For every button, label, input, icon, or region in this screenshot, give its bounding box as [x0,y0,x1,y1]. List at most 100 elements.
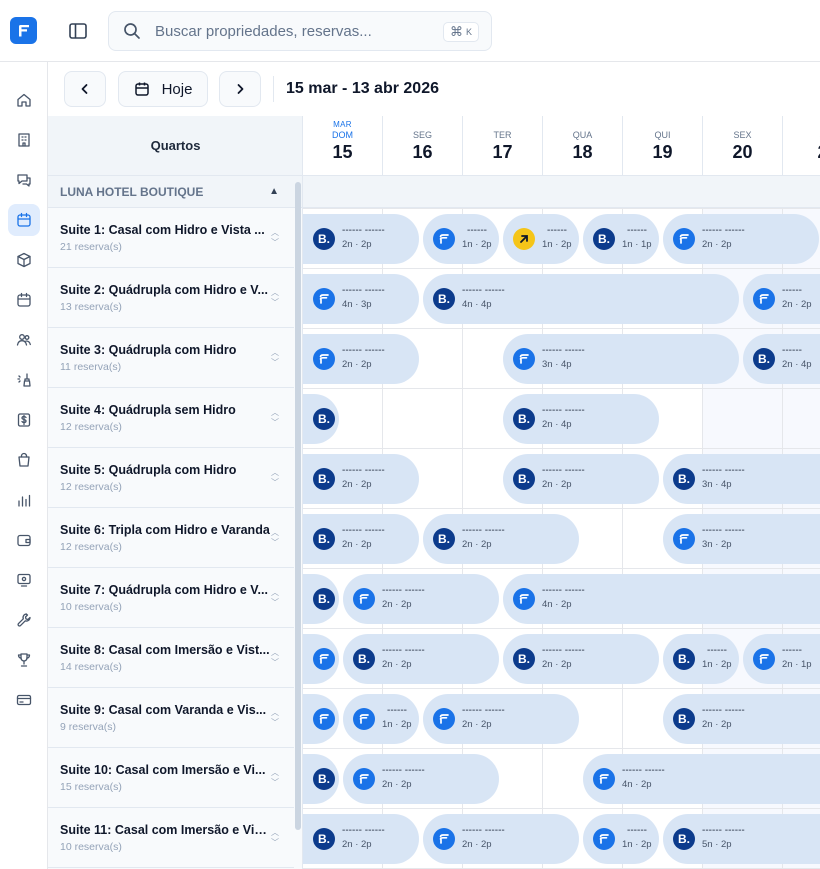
reservation-pill[interactable]: B. ------ ------ 2n · 2p [303,514,419,564]
reservation-pill[interactable]: B. ------ ------ 5n · 2p [663,814,820,864]
room-reorder-arrows[interactable]: ︿ ﹀ [270,708,280,728]
reservation-pill[interactable]: ------ ------ 2n · 2p [303,334,419,384]
sidebar-item-bag[interactable] [8,444,40,476]
reservation-pill[interactable]: B. ------ ------ 2n · 2p [503,634,659,684]
reservation-pill[interactable]: B. ------ ------ 4n · 4p [423,274,739,324]
room-reorder-arrows[interactable]: ︿ ﹀ [270,348,280,368]
room-reorder-arrows[interactable]: ︿ ﹀ [270,528,280,548]
reservation-pill[interactable]: B. ------ ------ 2n · 2p [423,514,579,564]
chevron-up-icon[interactable]: ︿ [270,528,280,538]
room-row[interactable]: Suite 9: Casal com Varanda e Vis... 9 res… [48,688,294,748]
sidebar-item-package[interactable] [8,244,40,276]
app-logo-icon[interactable] [10,17,37,44]
sidebar-item-monitor[interactable] [8,564,40,596]
chevron-down-icon[interactable]: ﹀ [270,598,280,608]
sidebar-item-cleaning[interactable] [8,364,40,396]
reservation-pill[interactable]: B. ------ 1n · 2p [663,634,739,684]
sidebar-item-dollar[interactable] [8,404,40,436]
chevron-down-icon[interactable]: ﹀ [270,358,280,368]
room-row[interactable]: Suite 1: Casal com Hidro e Vista ... 21 r… [48,208,294,268]
room-row[interactable]: Suite 2: Quádrupla com Hidro e V... 13 re… [48,268,294,328]
room-reorder-arrows[interactable]: ︿ ﹀ [270,468,280,488]
reservation-pill[interactable]: ------ 1n · 2p [343,694,419,744]
room-row[interactable]: Suite 6: Tripla com Hidro e Varanda 12 re… [48,508,294,568]
reservation-pill[interactable]: ------ ------ 2n · 2p [423,694,579,744]
room-reorder-arrows[interactable]: ︿ ﹀ [270,828,280,848]
chevron-up-icon[interactable]: ︿ [270,828,280,838]
sidebar-toggle-icon[interactable] [66,20,90,42]
reservation-pill[interactable]: B. ------ ------ 2n · 2p [663,694,820,744]
reservation-pill[interactable]: ------ ------ 2n · 2p [423,814,579,864]
reservation-pill[interactable]: ------ 1n · 2p [583,814,659,864]
chevron-down-icon[interactable]: ﹀ [270,298,280,308]
chevron-up-icon[interactable]: ▲ [269,186,279,197]
sidebar-item-messages[interactable] [8,164,40,196]
chevron-down-icon[interactable]: ﹀ [270,418,280,428]
sidebar-item-chart[interactable] [8,484,40,516]
room-row[interactable]: Suite 3: Quádrupla com Hidro 11 reserva(s… [48,328,294,388]
room-row[interactable]: Suite 11: Casal com Imersão e Vis... 10 r… [48,808,294,868]
chevron-up-icon[interactable]: ︿ [270,228,280,238]
rooms-scrollbar[interactable] [295,182,301,830]
property-group-header[interactable]: LUNA HOTEL BOUTIQUE ▲ [48,176,302,208]
sidebar-item-calendar-alt[interactable] [8,284,40,316]
reservation-pill[interactable]: B. ------ 1n · 1p [583,214,659,264]
chevron-down-icon[interactable]: ﹀ [270,838,280,848]
room-reorder-arrows[interactable]: ︿ ﹀ [270,228,280,248]
room-reorder-arrows[interactable]: ︿ ﹀ [270,588,280,608]
chevron-down-icon[interactable]: ﹀ [270,658,280,668]
reservation-pill[interactable]: ------ 1n · 2p [423,214,499,264]
room-reorder-arrows[interactable]: ︿ ﹀ [270,408,280,428]
chevron-down-icon[interactable]: ﹀ [270,718,280,728]
chevron-up-icon[interactable]: ︿ [270,588,280,598]
reservation-pill[interactable]: ------ ------ 3n · 2p [663,514,820,564]
chevron-up-icon[interactable]: ︿ [270,408,280,418]
previous-period-button[interactable] [64,71,106,107]
reservation-pill[interactable]: B. ------ ------ 2n · 2p [303,814,419,864]
chevron-up-icon[interactable]: ︿ [270,708,280,718]
room-row[interactable]: Suite 4: Quádrupla sem Hidro 12 reserva(s… [48,388,294,448]
sidebar-item-card[interactable] [8,684,40,716]
reservation-pill[interactable]: ------ 1n · 2p [503,214,579,264]
reservation-pill[interactable]: B. ------ ------ 3n · 4p [663,454,820,504]
sidebar-item-wrench[interactable] [8,604,40,636]
chevron-down-icon[interactable]: ﹀ [270,538,280,548]
room-reorder-arrows[interactable]: ︿ ﹀ [270,648,280,668]
chevron-down-icon[interactable]: ﹀ [270,238,280,248]
search-bar[interactable]: Buscar propriedades, reservas... ⌘ K [108,11,492,51]
chevron-up-icon[interactable]: ︿ [270,348,280,358]
reservation-pill[interactable]: ------ ------ 2n · 2p [343,754,499,804]
reservation-pill[interactable]: B. ------ ------ 2n · 2p [303,214,419,264]
sidebar-item-calendar[interactable] [8,204,40,236]
sidebar-item-home[interactable] [8,84,40,116]
chevron-up-icon[interactable]: ︿ [270,648,280,658]
reservation-pill[interactable]: ------ 2n · 1p [743,634,820,684]
next-period-button[interactable] [219,71,261,107]
room-reorder-arrows[interactable]: ︿ ﹀ [270,288,280,308]
sidebar-item-users[interactable] [8,324,40,356]
reservation-pill[interactable]: B. ------ ------ 2n · 4p [503,394,659,444]
reservation-pill[interactable]: ------ ------ 4n · 2p [583,754,820,804]
chevron-up-icon[interactable]: ︿ [270,288,280,298]
chevron-up-icon[interactable]: ︿ [270,768,280,778]
reservation-pill[interactable]: B. ------ ------ 2n · 2p [343,634,499,684]
room-row[interactable]: Suite 5: Quádrupla com Hidro 12 reserva(s… [48,448,294,508]
reservation-pill[interactable]: ------ ------ 3n · 4p [503,334,739,384]
reservation-pill[interactable]: ------ 2n · 2p [743,274,820,324]
today-button[interactable]: Hoje [118,71,208,107]
room-reorder-arrows[interactable]: ︿ ﹀ [270,768,280,788]
reservation-pill[interactable]: ------ ------ 4n · 2p [503,574,820,624]
reservation-pill[interactable]: B. ------ ------ 2n · 2p [303,454,419,504]
reservation-pill[interactable]: B. ------ ------ 2n · 2p [503,454,659,504]
sidebar-item-building[interactable] [8,124,40,156]
reservation-pill[interactable]: B. ------ 2n · 4p [743,334,820,384]
chevron-down-icon[interactable]: ﹀ [270,478,280,488]
room-row[interactable]: Suite 8: Casal com Imersão e Vist... 14 r… [48,628,294,688]
sidebar-item-wallet[interactable] [8,524,40,556]
room-row[interactable]: Suite 10: Casal com Imersão e Vi... 15 re… [48,748,294,808]
room-row[interactable]: Suite 7: Quádrupla com Hidro e V... 10 re… [48,568,294,628]
chevron-down-icon[interactable]: ﹀ [270,778,280,788]
reservation-pill[interactable]: ------ ------ 4n · 3p [303,274,419,324]
sidebar-item-trophy[interactable] [8,644,40,676]
reservation-pill[interactable]: ------ ------ 2n · 2p [343,574,499,624]
